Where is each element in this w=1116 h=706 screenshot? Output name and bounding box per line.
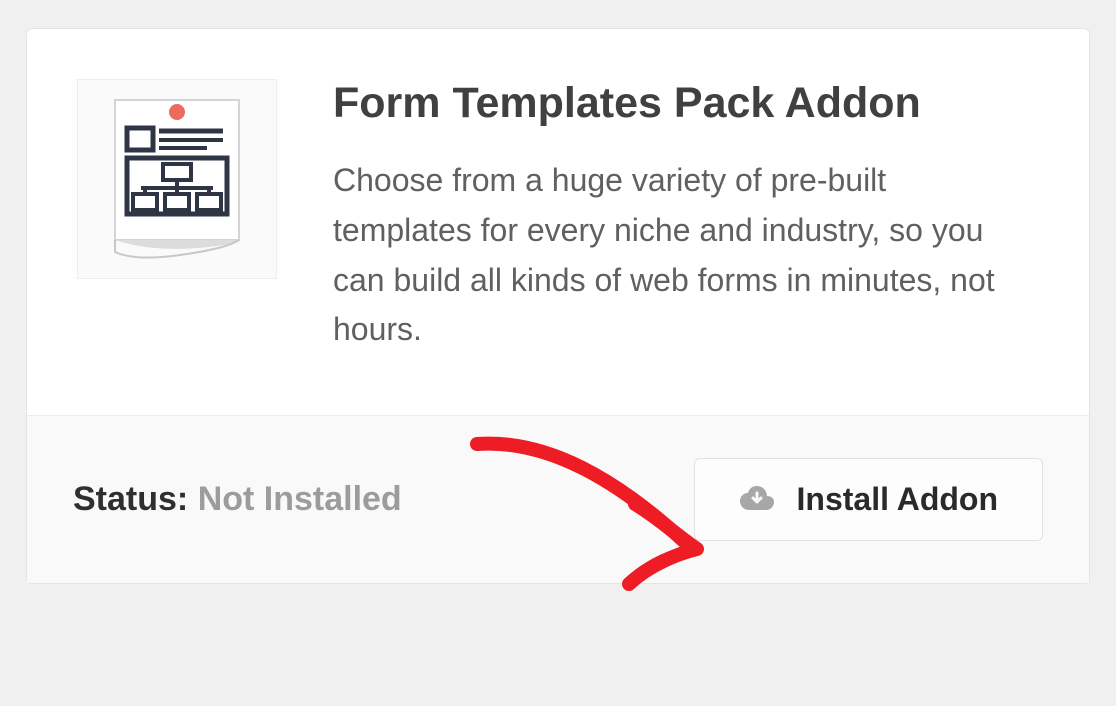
status-value: Not Installed — [198, 480, 402, 518]
addon-icon — [77, 79, 277, 279]
addon-card: Form Templates Pack Addon Choose from a … — [26, 28, 1090, 584]
install-button-label: Install Addon — [797, 481, 998, 518]
status-label: Status: — [73, 480, 188, 518]
form-templates-icon — [97, 94, 257, 264]
addon-card-footer: Status: Not Installed Install Addon — [27, 415, 1089, 583]
cloud-download-icon — [739, 484, 775, 514]
addon-text: Form Templates Pack Addon Choose from a … — [333, 79, 1029, 355]
addon-status: Status: Not Installed — [73, 480, 402, 519]
addon-card-body: Form Templates Pack Addon Choose from a … — [27, 29, 1089, 415]
addon-title: Form Templates Pack Addon — [333, 79, 1029, 128]
addon-description: Choose from a huge variety of pre-built … — [333, 156, 1029, 354]
install-addon-button[interactable]: Install Addon — [694, 458, 1043, 541]
